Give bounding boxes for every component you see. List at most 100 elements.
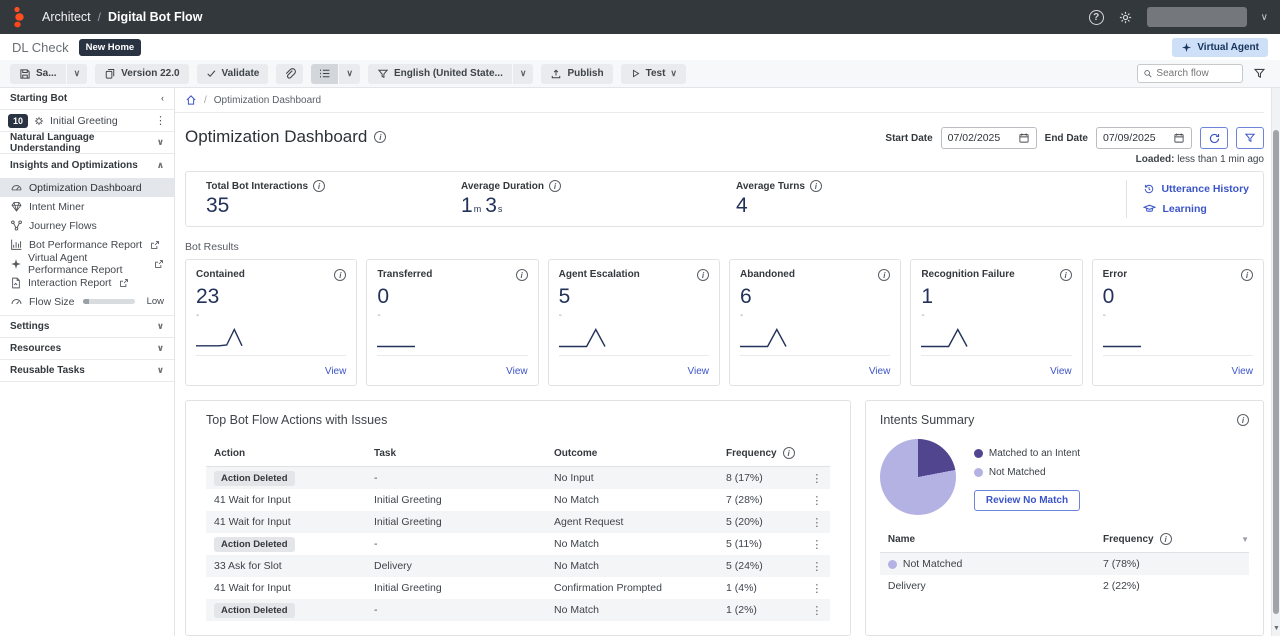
scrollbar-thumb[interactable]: [1273, 130, 1279, 614]
calendar-icon[interactable]: [1018, 132, 1030, 144]
table-row[interactable]: 41 Wait for Input Initial Greeting Agent…: [206, 511, 830, 533]
sidebar-item-optimization-dashboard[interactable]: Optimization Dashboard: [0, 178, 174, 197]
sidebar-section-resources[interactable]: Resources ∨: [0, 338, 174, 360]
kebab-menu-icon[interactable]: ⋮: [804, 560, 830, 573]
version-button[interactable]: Version 22.0: [95, 64, 188, 84]
info-icon[interactable]: i: [1060, 269, 1072, 281]
chevron-down-icon: ∨: [157, 138, 164, 147]
table-row[interactable]: Action Deleted - No Match 1 (2%) ⋮: [206, 599, 830, 621]
table-row[interactable]: 41 Wait for Input Initial Greeting Confi…: [206, 577, 830, 599]
info-icon[interactable]: i: [334, 269, 346, 281]
test-button[interactable]: Test ∨: [621, 64, 686, 84]
learning-link[interactable]: Learning: [1143, 202, 1249, 215]
journey-branch-icon: [10, 219, 23, 232]
sidebar-section-insights[interactable]: Insights and Optimizations ∧: [0, 154, 174, 176]
funnel-icon: [377, 68, 389, 80]
scrollbar-down-arrow[interactable]: ▼: [1272, 625, 1280, 632]
info-icon[interactable]: i: [1160, 533, 1172, 545]
view-link[interactable]: View: [687, 366, 709, 377]
end-date-field[interactable]: 07/09/2025: [1096, 127, 1192, 149]
table-row[interactable]: Action Deleted - No Match 5 (11%) ⋮: [206, 533, 830, 555]
flow-size-meter: [83, 299, 135, 304]
table-row[interactable]: Action Deleted - No Input 8 (17%) ⋮: [206, 467, 830, 489]
toolbox-list-button[interactable]: [311, 64, 338, 84]
table-row[interactable]: Not Matched 7 (78%): [880, 553, 1249, 575]
info-icon[interactable]: i: [313, 180, 325, 192]
view-link[interactable]: View: [869, 366, 891, 377]
kebab-menu-icon[interactable]: ⋮: [804, 538, 830, 551]
start-date-field[interactable]: 07/02/2025: [941, 127, 1037, 149]
validate-button[interactable]: Validate: [197, 64, 269, 84]
sort-desc-icon[interactable]: ▼: [1231, 535, 1249, 544]
sidebar-item-virtual-agent-performance-report[interactable]: Virtual Agent Performance Report: [0, 254, 174, 273]
sidebar-item-interaction-report[interactable]: Interaction Report: [0, 273, 174, 292]
settings-gear-icon[interactable]: [1118, 10, 1133, 25]
kebab-menu-icon[interactable]: ⋮: [804, 604, 830, 617]
kebab-menu-icon[interactable]: ⋮: [804, 516, 830, 529]
toolbox-menu-button[interactable]: ∨: [339, 64, 360, 84]
review-no-match-button[interactable]: Review No Match: [974, 490, 1080, 511]
publish-button[interactable]: Publish: [541, 64, 612, 84]
sidebar-item-initial-greeting[interactable]: 10 Initial Greeting ⋮: [0, 110, 174, 132]
info-icon[interactable]: i: [878, 269, 890, 281]
language-menu-button[interactable]: ∨: [513, 64, 534, 84]
breadcrumb-separator: /: [204, 95, 207, 106]
search-flow-input[interactable]: [1156, 68, 1237, 79]
refresh-button[interactable]: [1200, 127, 1228, 149]
sparkline-chart: [1103, 324, 1163, 350]
vertical-scrollbar[interactable]: ▼: [1271, 88, 1280, 636]
info-icon[interactable]: i: [1241, 269, 1253, 281]
info-icon[interactable]: i: [549, 180, 561, 192]
view-link[interactable]: View: [325, 366, 347, 377]
info-icon[interactable]: i: [1237, 414, 1249, 426]
user-menu[interactable]: [1147, 7, 1247, 27]
view-link[interactable]: View: [1231, 366, 1253, 377]
sidebar-section-nlu[interactable]: Natural Language Understanding ∨: [0, 132, 174, 154]
funnel-icon: [1253, 67, 1266, 80]
kebab-menu-icon[interactable]: ⋮: [804, 472, 830, 485]
sidebar-item-intent-miner[interactable]: Intent Miner: [0, 197, 174, 216]
calendar-icon[interactable]: [1173, 132, 1185, 144]
genesys-logo-icon: [8, 4, 34, 30]
sparkle-icon: [1181, 42, 1192, 53]
chevron-down-icon: ∨: [157, 366, 164, 375]
language-button[interactable]: English (United State...: [368, 64, 512, 84]
virtual-agent-button[interactable]: Virtual Agent: [1172, 38, 1268, 57]
attachments-button[interactable]: [276, 64, 303, 84]
sidebar-section-reusable-tasks[interactable]: Reusable Tasks ∨: [0, 360, 174, 382]
list-icon: [318, 67, 331, 80]
funnel-icon: [1244, 132, 1256, 144]
kebab-menu-icon[interactable]: ⋮: [155, 114, 166, 127]
sparkline-chart: [559, 324, 619, 350]
sidebar-item-journey-flows[interactable]: Journey Flows: [0, 216, 174, 235]
breadcrumb-app[interactable]: Architect: [42, 10, 91, 24]
info-icon[interactable]: i: [783, 447, 795, 459]
utterance-history-link[interactable]: Utterance History: [1143, 183, 1249, 195]
sidebar-section-starting-bot[interactable]: Starting Bot ‹: [0, 88, 174, 110]
info-icon[interactable]: i: [810, 180, 822, 192]
view-link[interactable]: View: [506, 366, 528, 377]
dashboard-filter-button[interactable]: [1236, 127, 1264, 149]
top-actions-panel: Top Bot Flow Actions with Issues Action …: [185, 400, 851, 636]
info-icon[interactable]: i: [516, 269, 528, 281]
intents-table-header: Name Frequency i ▼: [880, 529, 1249, 553]
flow-filter-button[interactable]: [1251, 65, 1268, 82]
kebab-menu-icon[interactable]: ⋮: [804, 494, 830, 507]
sidebar-item-flow-size[interactable]: Flow Size Low: [0, 292, 174, 311]
save-button[interactable]: Sa...: [10, 64, 66, 84]
chevron-down-icon[interactable]: ∨: [1261, 12, 1268, 23]
collapse-left-icon[interactable]: ‹: [161, 94, 164, 103]
info-icon[interactable]: i: [697, 269, 709, 281]
sidebar-section-settings[interactable]: Settings ∨: [0, 316, 174, 338]
kebab-menu-icon[interactable]: ⋮: [804, 582, 830, 595]
chevron-down-icon: ∨: [520, 69, 527, 78]
view-link[interactable]: View: [1050, 366, 1072, 377]
home-icon[interactable]: [185, 94, 197, 106]
external-link-icon: [154, 259, 164, 269]
save-menu-button[interactable]: ∨: [67, 64, 88, 84]
table-row[interactable]: 33 Ask for Slot Delivery No Match 5 (24%…: [206, 555, 830, 577]
help-icon[interactable]: ?: [1089, 10, 1104, 25]
table-row[interactable]: Delivery 2 (22%): [880, 575, 1249, 597]
table-row[interactable]: 41 Wait for Input Initial Greeting No Ma…: [206, 489, 830, 511]
info-icon[interactable]: i: [374, 131, 386, 143]
